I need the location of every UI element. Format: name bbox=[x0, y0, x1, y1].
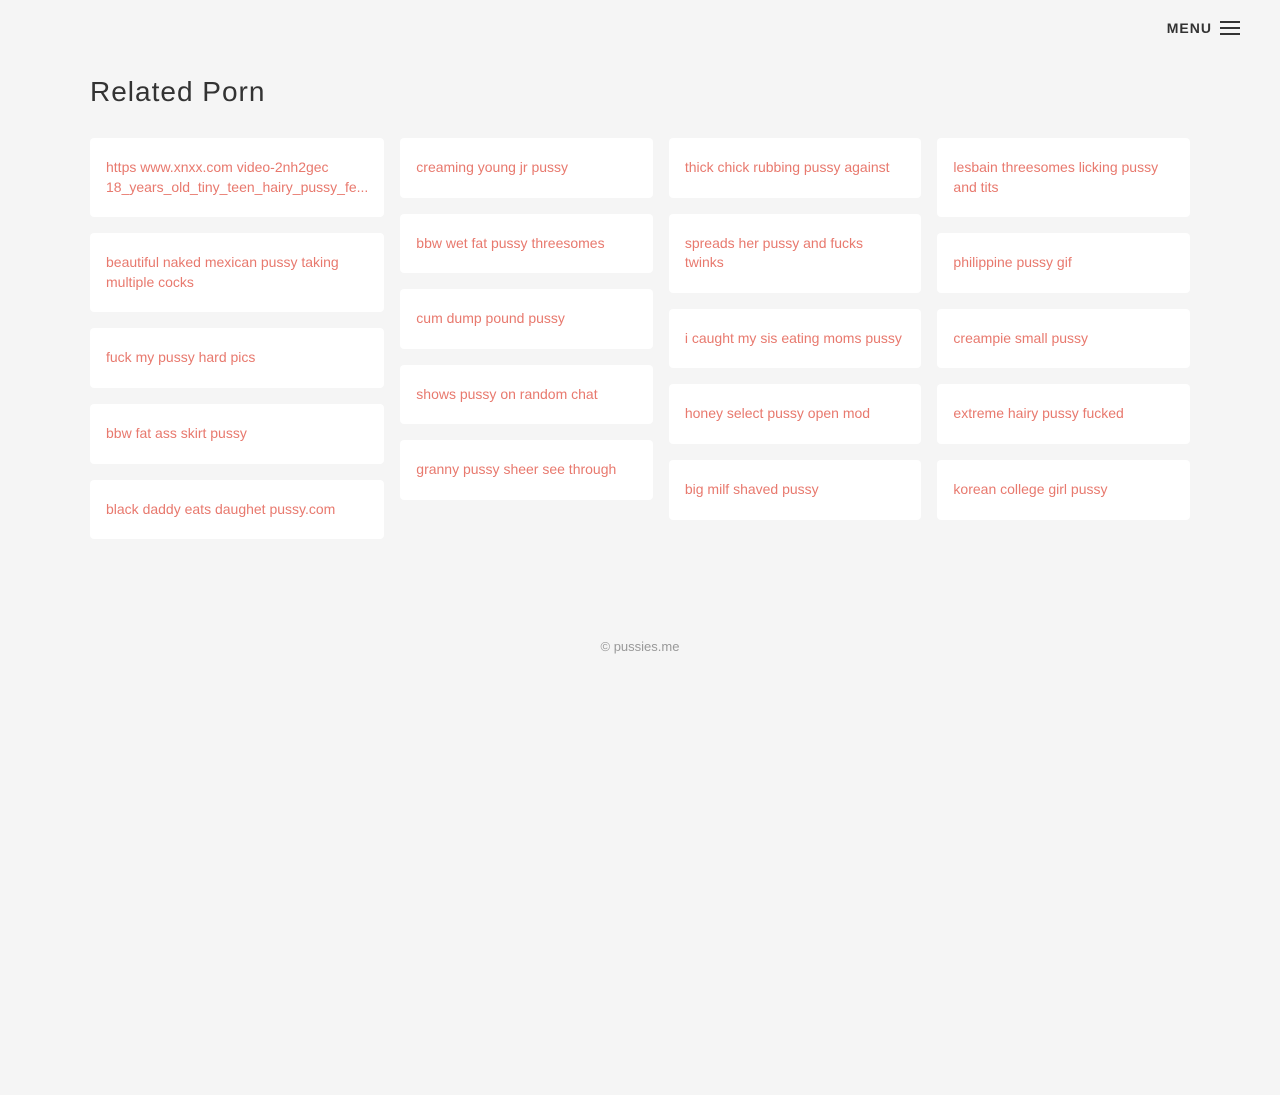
item-link[interactable]: cum dump pound pussy bbox=[416, 309, 637, 329]
item-link[interactable]: honey select pussy open mod bbox=[685, 404, 906, 424]
list-item[interactable]: thick chick rubbing pussy against bbox=[669, 138, 922, 198]
list-item[interactable]: honey select pussy open mod bbox=[669, 384, 922, 444]
menu-button[interactable]: MENU bbox=[1167, 20, 1240, 36]
list-item[interactable]: lesbain threesomes licking pussy and tit… bbox=[937, 138, 1190, 217]
item-link[interactable]: creampie small pussy bbox=[953, 329, 1174, 349]
item-link[interactable]: big milf shaved pussy bbox=[685, 480, 906, 500]
item-link[interactable]: korean college girl pussy bbox=[953, 480, 1174, 500]
list-item[interactable]: philippine pussy gif bbox=[937, 233, 1190, 293]
related-grid: https www.xnxx.com video-2nh2gec 18_year… bbox=[90, 138, 1190, 539]
list-item[interactable]: i caught my sis eating moms pussy bbox=[669, 309, 922, 369]
item-link[interactable]: beautiful naked mexican pussy taking mul… bbox=[106, 253, 368, 292]
list-item[interactable]: spreads her pussy and fucks twinks bbox=[669, 214, 922, 293]
list-item[interactable]: fuck my pussy hard pics bbox=[90, 328, 384, 388]
item-link[interactable]: bbw wet fat pussy threesomes bbox=[416, 234, 637, 254]
item-link[interactable]: philippine pussy gif bbox=[953, 253, 1174, 273]
item-link[interactable]: shows pussy on random chat bbox=[416, 385, 637, 405]
section-title: Related Porn bbox=[90, 76, 1190, 108]
hamburger-icon bbox=[1220, 21, 1240, 35]
list-item[interactable]: bbw fat ass skirt pussy bbox=[90, 404, 384, 464]
item-link[interactable]: i caught my sis eating moms pussy bbox=[685, 329, 906, 349]
list-item[interactable]: beautiful naked mexican pussy taking mul… bbox=[90, 233, 384, 312]
site-footer: © pussies.me bbox=[0, 599, 1280, 694]
item-link[interactable]: black daddy eats daughet pussy.com bbox=[106, 500, 368, 520]
list-item[interactable]: black daddy eats daughet pussy.com bbox=[90, 480, 384, 540]
list-item[interactable]: shows pussy on random chat bbox=[400, 365, 653, 425]
column-4: lesbain threesomes licking pussy and tit… bbox=[937, 138, 1190, 520]
column-3: thick chick rubbing pussy against spreads… bbox=[669, 138, 922, 520]
list-item[interactable]: cum dump pound pussy bbox=[400, 289, 653, 349]
list-item[interactable]: big milf shaved pussy bbox=[669, 460, 922, 520]
item-link[interactable]: creaming young jr pussy bbox=[416, 158, 637, 178]
list-item[interactable]: extreme hairy pussy fucked bbox=[937, 384, 1190, 444]
item-link[interactable]: spreads her pussy and fucks twinks bbox=[685, 234, 906, 273]
item-link[interactable]: fuck my pussy hard pics bbox=[106, 348, 368, 368]
column-1: https www.xnxx.com video-2nh2gec 18_year… bbox=[90, 138, 384, 539]
item-link[interactable]: lesbain threesomes licking pussy and tit… bbox=[953, 158, 1174, 197]
menu-label: MENU bbox=[1167, 20, 1212, 36]
list-item[interactable]: korean college girl pussy bbox=[937, 460, 1190, 520]
page-content: Related Porn https www.xnxx.com video-2n… bbox=[50, 56, 1230, 599]
item-link[interactable]: granny pussy sheer see through bbox=[416, 460, 637, 480]
list-item[interactable]: bbw wet fat pussy threesomes bbox=[400, 214, 653, 274]
list-item[interactable]: creaming young jr pussy bbox=[400, 138, 653, 198]
list-item[interactable]: creampie small pussy bbox=[937, 309, 1190, 369]
item-link[interactable]: bbw fat ass skirt pussy bbox=[106, 424, 368, 444]
item-link[interactable]: https www.xnxx.com video-2nh2gec 18_year… bbox=[106, 158, 368, 197]
site-header: MENU bbox=[0, 0, 1280, 56]
copyright-text: © pussies.me bbox=[601, 639, 680, 654]
list-item[interactable]: https www.xnxx.com video-2nh2gec 18_year… bbox=[90, 138, 384, 217]
column-2: creaming young jr pussy bbw wet fat pussy… bbox=[400, 138, 653, 500]
item-link[interactable]: extreme hairy pussy fucked bbox=[953, 404, 1174, 424]
list-item[interactable]: granny pussy sheer see through bbox=[400, 440, 653, 500]
item-link[interactable]: thick chick rubbing pussy against bbox=[685, 158, 906, 178]
